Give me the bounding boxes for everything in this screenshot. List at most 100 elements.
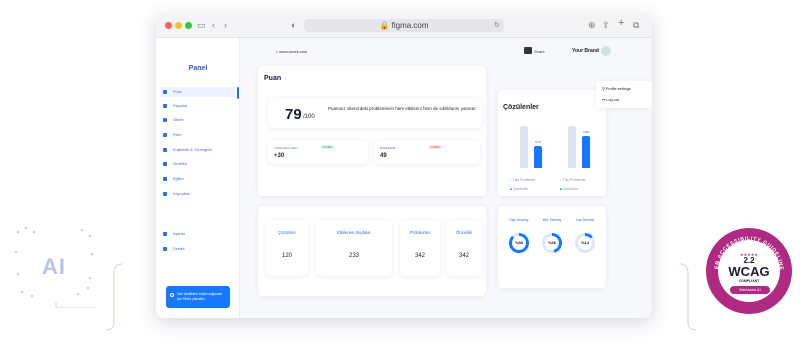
metric-solutions: Çözümler 120 [266,220,308,276]
metric-value: 342 [458,253,469,259]
bar-all-problems [568,126,576,168]
metric-label: Çözümler [278,230,296,235]
site-link[interactable]: ▸ www.ornek.com [276,49,307,54]
metric-label: Öncelikli [456,230,472,235]
sidebar-title: Panel [188,65,208,72]
metric-problems: Problemler 342 [400,220,440,276]
reload-icon[interactable]: ↻ [494,20,500,31]
filter-icon [163,133,167,137]
download-icon[interactable]: ⊕ [588,20,596,31]
sidebar-item-egitim[interactable]: Eğitim [161,174,235,184]
legend-all-problems-1: ● Tüm Problemler [510,178,536,182]
legend-solved-2: ■ Çözülenler [560,187,579,191]
minimize-window-button[interactable] [175,22,182,29]
legend-solved-1: ■ Çözülenler [510,187,529,191]
metric-affected-pages: Etkilenen Sayfalar 233 [316,220,392,276]
severity-gauge: %14 [575,233,595,253]
score-card: Puan 79 /100 Puanınız sitenizdeki proble… [258,66,486,196]
share-app-icon[interactable] [524,47,532,54]
severity-gauge-inner: %14 [578,236,592,250]
bar-solved [582,136,590,168]
sidebar-item-ayarlar[interactable]: Ayarlar [161,229,235,239]
close-window-button[interactable] [165,22,172,29]
bar-solved [534,146,542,168]
wcag-badge: WEB ACCESSIBILITY GUIDELINES ★★★★★ 2.2 W… [706,228,792,314]
metrics-card: Çözümler 120 Etkilenen Sayfalar 233 Prob… [258,206,486,296]
severity-gauge-inner: %88 [512,236,526,250]
zoom-window-button[interactable] [185,22,192,29]
wcag-name: WCAG [728,264,770,279]
severity-card: High Severity %88 Mid. Severity %46 Low Seve… [498,206,606,288]
sidebar-item-kaynaklar[interactable]: Kaynaklar [161,189,235,199]
globe-icon [163,118,167,122]
severity-gauge-inner: %46 [545,236,559,250]
avatar[interactable] [601,46,611,56]
download-icon [163,192,167,196]
severity-label: Low Severity [575,218,595,222]
sidebar-item-sertifika[interactable]: Sertifika [161,159,235,169]
score-denominator: /100 [303,114,315,120]
stat-badge-1: +5.48% [320,145,335,149]
info-icon [170,293,174,297]
sidebar-item-raporlar[interactable]: Raporlar [161,101,235,111]
score-value: 79 [285,106,302,123]
ai-badge-text: AI [42,254,66,279]
stat-card-2: Erişilebilirlik -4.58% 49 [374,140,480,164]
severity-label: High Severity [509,218,529,222]
bar-data-label: %65 [582,130,589,134]
support-icon [163,247,167,251]
sidebar-toggle-icon[interactable]: ▭ [197,20,206,31]
gauge-icon [163,90,167,94]
certificate-icon [163,162,167,166]
stat-label-2: Erişilebilirlik [380,146,396,150]
score-summary: 79 /100 Puanınız sitenizdeki problemleri… [268,98,482,128]
lock-icon: 🔒 [379,21,390,30]
stat-badge-2: -4.58% [428,145,442,149]
score-title: Puan [264,75,282,82]
bar-all-problems [520,126,528,168]
sidebar-item-destek[interactable]: Destek [161,244,235,254]
sidebar-item-puan[interactable]: Puan [161,87,235,97]
bar-data-label: %75 [534,140,541,144]
address-bar[interactable]: 🔒 figma.com [304,19,504,32]
main-content: ▸ www.ornek.com Share Your Brand ⚲ Profi… [240,38,652,318]
active-indicator [237,87,239,99]
share-label[interactable]: Share [534,49,545,54]
gear-icon [163,232,167,236]
sidebar-item-filtre[interactable]: Filtre [161,130,235,140]
sidebar-item-guidelines[interactable]: Erişilebilir & Yönergeler [161,145,235,155]
shield-icon[interactable]: ◐ [291,20,296,31]
stat-label-1: Yönlendirme Skor [274,146,298,150]
left-connector [105,263,123,331]
tabs-overview-icon[interactable]: ⧉ [633,20,639,31]
browser-window: ▭ ‹ › ◐ 🔒 figma.com ↻ ⊕ ⇪ + ⧉ Panel Puan… [156,14,652,318]
back-icon[interactable]: ‹ [212,20,215,31]
wcag-status: COMPLIANT [738,279,760,283]
severity-gauge: %46 [542,233,562,253]
legend-all-problems-2: ● Tüm Problemler [560,178,586,182]
stat-card-1: Yönlendirme Skor +5.48% +30 [268,140,368,164]
share-icon[interactable]: ⇪ [602,20,610,31]
solutions-chart: %75 %65 [508,116,598,168]
metric-priority: Öncelikli 342 [446,220,482,276]
metric-label: Problemler [409,230,431,235]
user-menu: ⚲ Profile settings ↦ Log out [596,81,652,108]
metric-value: 120 [281,253,292,259]
new-tab-icon[interactable]: + [618,18,624,29]
wcag-brand: WeAssist.AI [730,286,770,294]
metric-value: 233 [348,253,359,259]
profile-settings-item[interactable]: ⚲ Profile settings [602,86,631,91]
upgrade-notice[interactable]: Tam özelliklere erişim sağlamak için Pil… [166,286,230,308]
accessibility-icon [163,148,167,152]
sidebar-item-siteler[interactable]: Siteler [161,115,235,125]
url-text: figma.com [391,21,429,30]
book-icon [163,177,167,181]
stat-value-1: +30 [274,153,285,159]
forward-icon[interactable]: › [224,20,227,31]
metric-label: Etkilenen Sayfalar [337,230,371,235]
logout-item[interactable]: ↦ Log out [602,97,619,102]
solutions-card: Çözülenler %75 %65 ● Tüm Problemler ● Tüm… [498,90,606,196]
user-name[interactable]: Your Brand [572,48,599,54]
score-description: Puanınız sitenizdeki problemlerin hem et… [328,106,477,111]
stat-value-2: 49 [380,153,387,159]
